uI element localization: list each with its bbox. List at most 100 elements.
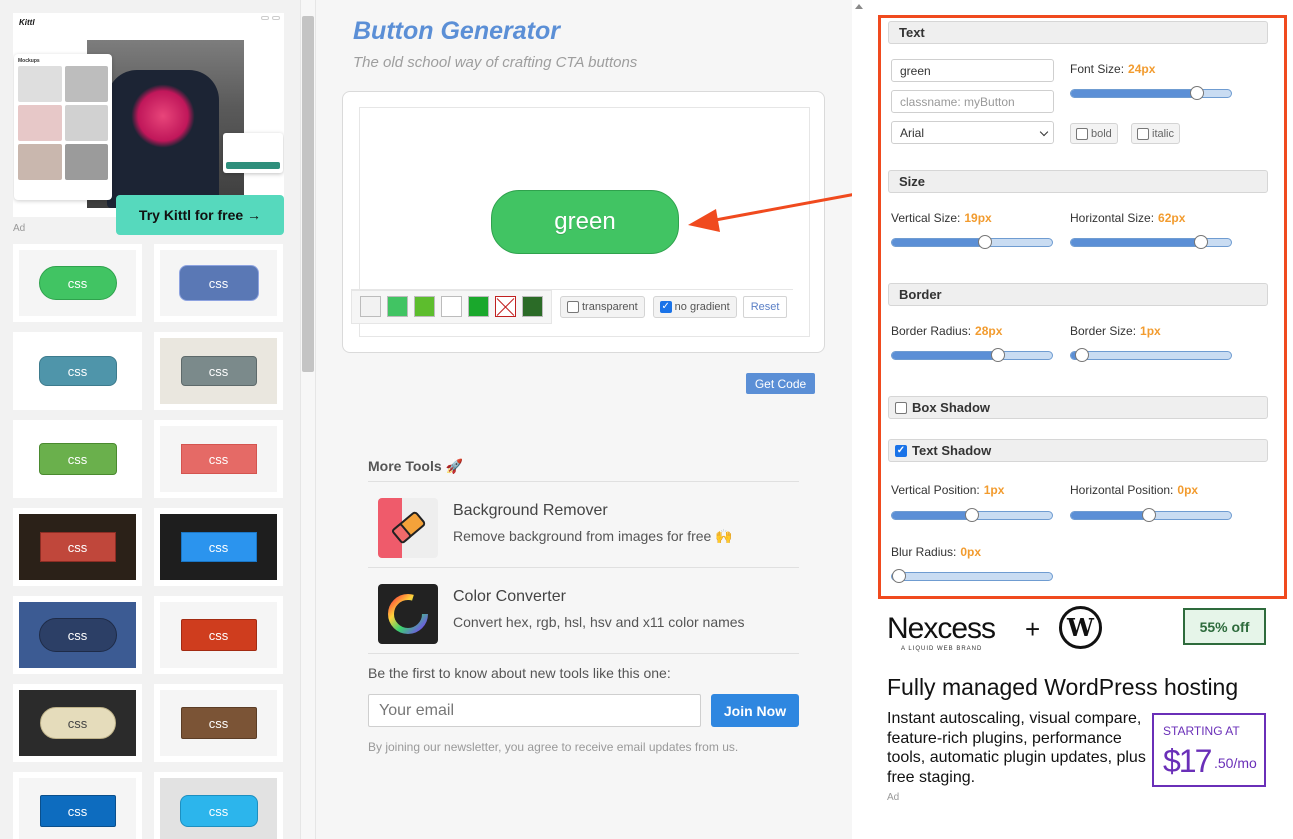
sample-button-thumb[interactable]: css	[154, 508, 283, 586]
button-text-input[interactable]: green	[891, 59, 1054, 82]
transparent-checkbox[interactable]	[567, 300, 579, 313]
get-code-button[interactable]: Get Code	[746, 373, 815, 394]
transparent-toggle[interactable]: transparent	[560, 295, 645, 318]
sample-button-preview: css	[19, 426, 136, 492]
border-size-value: 1px	[1140, 324, 1161, 338]
sample-button[interactable]: css	[180, 619, 257, 651]
price-unit: .50/mo	[1214, 755, 1257, 771]
color-swatch[interactable]	[387, 296, 408, 317]
sample-button-thumb[interactable]: css	[154, 596, 283, 674]
slider-handle[interactable]	[991, 348, 1005, 362]
slider-handle[interactable]	[1194, 235, 1208, 249]
ad-body: Instant autoscaling, visual compare, fea…	[887, 710, 1146, 786]
color-swatch[interactable]	[414, 296, 435, 317]
sample-button-thumb[interactable]: css	[13, 420, 142, 498]
font-family-select[interactable]: Arial	[891, 121, 1054, 144]
sample-button[interactable]: css	[180, 532, 257, 562]
sample-button-preview: css	[19, 690, 136, 756]
section-size-header: Size	[888, 170, 1268, 193]
sample-button[interactable]: css	[180, 356, 257, 386]
slider-handle[interactable]	[1190, 86, 1204, 100]
email-input[interactable]: Your email	[368, 694, 701, 727]
slider-handle[interactable]	[892, 569, 906, 583]
section-text-shadow-header[interactable]: ✓ Text Shadow	[888, 439, 1268, 462]
sample-button-thumb[interactable]: css	[13, 508, 142, 586]
color-swatch[interactable]	[522, 296, 543, 317]
no-gradient-toggle[interactable]: ✓ no gradient	[652, 295, 737, 318]
sample-button-thumb[interactable]: css	[154, 420, 283, 498]
sample-button[interactable]: css	[38, 266, 117, 300]
price-start-label: STARTING AT	[1163, 724, 1240, 738]
italic-toggle[interactable]: italic	[1131, 123, 1181, 144]
slider-handle[interactable]	[1075, 348, 1089, 362]
text-shadow-checkbox[interactable]: ✓	[895, 444, 907, 457]
sample-button[interactable]: css	[38, 356, 117, 386]
vertical-size-slider[interactable]	[891, 235, 1053, 249]
sample-button-thumb[interactable]: css	[154, 684, 283, 762]
color-swatch[interactable]	[360, 296, 381, 317]
bold-checkbox[interactable]	[1076, 127, 1088, 140]
classname-input[interactable]: classname: myButton	[891, 90, 1054, 113]
chevron-down-icon	[1039, 127, 1049, 137]
nexcess-logo: Nexcess	[887, 612, 996, 645]
border-radius-slider[interactable]	[891, 348, 1053, 362]
sample-button-thumb[interactable]: css	[13, 332, 142, 410]
join-now-button[interactable]: Join Now	[711, 694, 799, 727]
bold-toggle[interactable]: bold	[1070, 123, 1118, 144]
tool-background-remover[interactable]: Background Remover Remove background fro…	[368, 482, 799, 568]
right-scrollbar[interactable]	[852, 0, 868, 839]
sample-button[interactable]: css	[179, 795, 258, 827]
sample-button-preview: css	[160, 514, 277, 580]
no-background-swatch[interactable]	[495, 296, 516, 317]
sample-button-thumb[interactable]: css	[13, 684, 142, 762]
slider-handle[interactable]	[965, 508, 979, 522]
reset-button[interactable]: Reset	[742, 295, 788, 318]
tool-description: Convert hex, rgb, hsl, hsv and x11 color…	[453, 614, 745, 630]
font-size-slider[interactable]	[1070, 86, 1232, 100]
sample-button[interactable]: css	[39, 532, 116, 562]
border-size-slider[interactable]	[1070, 348, 1232, 362]
bold-label: bold	[1091, 127, 1112, 140]
sample-button-thumb[interactable]: css	[154, 332, 283, 410]
preview-card: green transparent ✓ no gradient Reset	[342, 91, 825, 353]
sample-button-thumb[interactable]: css	[13, 244, 142, 322]
section-box-shadow-header[interactable]: Box Shadow	[888, 396, 1268, 419]
sample-button[interactable]: css	[39, 795, 116, 827]
text-shadow-label: Text Shadow	[912, 443, 992, 458]
sample-button[interactable]: css	[38, 618, 117, 652]
box-shadow-checkbox[interactable]	[895, 401, 907, 414]
italic-checkbox[interactable]	[1137, 127, 1149, 140]
ad-popup	[223, 133, 283, 173]
sample-button-thumb[interactable]: css	[154, 772, 283, 839]
text-shadow-vertical-slider[interactable]	[891, 508, 1053, 522]
sample-button[interactable]: css	[180, 444, 257, 474]
tool-color-converter[interactable]: Color Converter Convert hex, rgb, hsl, h…	[368, 568, 799, 654]
sample-button-thumb[interactable]: css	[13, 772, 142, 839]
try-kittl-button[interactable]: Try Kittl for free →	[116, 195, 284, 235]
no-gradient-checkbox[interactable]: ✓	[659, 300, 672, 313]
slider-handle[interactable]	[1142, 508, 1156, 522]
kittl-ad[interactable]: Kittl Mockups	[13, 13, 284, 217]
sample-button[interactable]: css	[180, 707, 257, 739]
sample-button-preview: css	[160, 778, 277, 839]
border-size-label: Border Size: 1px	[1070, 324, 1161, 338]
more-tools-section: More Tools 🚀 Background Remover Remove b…	[368, 457, 799, 654]
sample-button-thumb[interactable]: css	[13, 596, 142, 674]
sample-button[interactable]: css	[39, 707, 116, 739]
sample-button[interactable]: css	[178, 265, 259, 301]
blur-radius-slider[interactable]	[891, 569, 1053, 583]
slider-handle[interactable]	[978, 235, 992, 249]
text-shadow-horizontal-slider[interactable]	[1070, 508, 1232, 522]
preview-button[interactable]: green	[491, 190, 679, 254]
color-swatch[interactable]	[468, 296, 489, 317]
scroll-up-icon[interactable]	[855, 4, 863, 9]
sample-button[interactable]: css	[38, 443, 117, 475]
color-swatch[interactable]	[441, 296, 462, 317]
nexcess-ad[interactable]: Nexcess A LIQUID WEB BRAND + W 55% off F…	[870, 600, 1293, 839]
background-swatches	[351, 289, 552, 324]
wordpress-logo-icon: W	[1059, 606, 1102, 649]
vertical-size-label: Vertical Size: 19px	[891, 211, 992, 225]
sample-button-thumb[interactable]: css	[154, 244, 283, 322]
horizontal-size-slider[interactable]	[1070, 235, 1232, 249]
left-scrollbar-thumb[interactable]	[302, 16, 314, 372]
